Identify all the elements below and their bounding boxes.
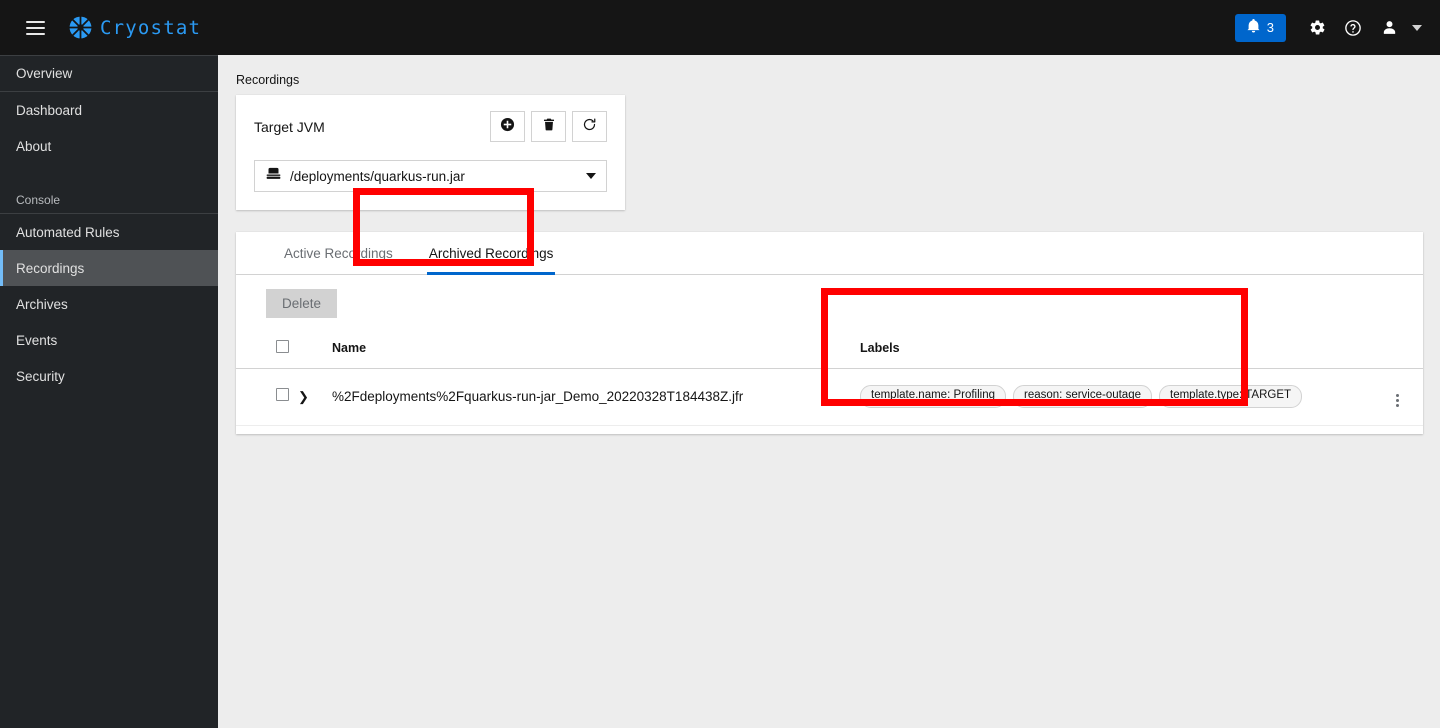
sidebar-section-label: Console: [16, 193, 61, 207]
column-header-labels: Labels: [842, 330, 1371, 369]
main-content: Recordings Target JVM /deployments/quark…: [218, 55, 1440, 728]
sidebar-item-recordings[interactable]: Recordings: [0, 250, 218, 286]
tab-label: Archived Recordings: [428, 246, 554, 261]
target-jvm-header: Target JVM: [254, 111, 607, 142]
plus-circle-icon: [500, 117, 515, 137]
archived-recordings-table: Name Labels ❯ %2Fdeployments%2Fquarkus-r…: [236, 330, 1423, 426]
sidebar-item-label: Overview: [16, 66, 73, 81]
target-jvm-card: Target JVM /deployments/quarkus-run.jar: [236, 95, 625, 210]
table-body: ❯ %2Fdeployments%2Fquarkus-run-jar_Demo_…: [236, 368, 1423, 426]
sidebar-item-label: About: [16, 138, 52, 154]
sidebar-item-label: Events: [16, 332, 58, 348]
tab-archived-recordings[interactable]: Archived Recordings: [411, 232, 572, 275]
select-all-cell: [236, 330, 298, 369]
chevron-down-icon[interactable]: [1412, 24, 1422, 31]
sidebar: Overview Dashboard About Console Automat…: [0, 55, 218, 728]
delete-button[interactable]: Delete: [266, 289, 338, 318]
target-jvm-select-value: /deployments/quarkus-run.jar: [290, 168, 465, 184]
cryostat-logo-icon: [68, 15, 93, 40]
bell-icon: [1247, 19, 1260, 36]
sidebar-item-dashboard[interactable]: Dashboard: [0, 92, 218, 128]
app-root: Cryostat 3 Overview Dashboard About Cons…: [0, 0, 1440, 728]
sidebar-item-label: Security: [16, 368, 65, 384]
actions-header-cell: [1371, 330, 1423, 369]
target-jvm-select[interactable]: /deployments/quarkus-run.jar: [254, 160, 607, 192]
sidebar-item-events[interactable]: Events: [0, 322, 218, 358]
target-jvm-actions: [490, 111, 607, 142]
label-chip[interactable]: template.name: Profiling: [860, 385, 1007, 408]
server-icon: [266, 167, 281, 185]
notification-badge[interactable]: 3: [1234, 13, 1286, 42]
row-actions-cell: [1371, 368, 1423, 426]
table-row: ❯ %2Fdeployments%2Fquarkus-run-jar_Demo_…: [236, 368, 1423, 426]
recording-labels-cell: template.name: Profiling reason: service…: [842, 368, 1371, 426]
select-all-checkbox[interactable]: [276, 340, 289, 353]
sidebar-item-label: Automated Rules: [16, 224, 120, 240]
row-checkbox[interactable]: [276, 388, 289, 402]
column-header-name: Name: [332, 330, 842, 369]
tab-active-recordings[interactable]: Active Recordings: [266, 232, 411, 274]
label-chips: template.name: Profiling reason: service…: [860, 385, 1371, 408]
sidebar-item-about[interactable]: About: [0, 128, 218, 164]
sidebar-item-archives[interactable]: Archives: [0, 286, 218, 322]
target-jvm-title: Target JVM: [254, 118, 325, 135]
sidebar-item-automated-rules[interactable]: Automated Rules: [0, 214, 218, 250]
breadcrumb: Recordings: [236, 73, 300, 87]
row-select-cell: [236, 368, 298, 426]
kebab-menu-icon[interactable]: [1395, 394, 1399, 408]
hamburger-menu-icon[interactable]: [12, 0, 58, 55]
brand[interactable]: Cryostat: [68, 15, 201, 40]
sidebar-section-console: Console: [0, 180, 218, 214]
sidebar-item-label: Recordings: [16, 260, 85, 276]
row-expand-cell: ❯: [298, 368, 332, 426]
sidebar-item-label: Dashboard: [16, 102, 83, 118]
recording-name: %2Fdeployments%2Fquarkus-run-jar_Demo_20…: [332, 368, 842, 426]
sidebar-item-overview[interactable]: Overview: [0, 56, 218, 92]
trash-icon: [542, 117, 556, 137]
caret-down-icon: [586, 173, 596, 179]
recordings-card: Active Recordings Archived Recordings De…: [236, 232, 1423, 434]
question-circle-icon[interactable]: [1336, 11, 1370, 45]
brand-name: Cryostat: [100, 16, 202, 39]
sidebar-item-security[interactable]: Security: [0, 358, 218, 394]
gear-icon[interactable]: [1300, 11, 1334, 45]
masthead-actions: 3: [1234, 11, 1440, 45]
table-header-row: Name Labels: [236, 330, 1423, 369]
recordings-tabs: Active Recordings Archived Recordings: [236, 232, 1423, 275]
notification-count: 3: [1266, 20, 1274, 35]
label-chip[interactable]: template.type: TARGET: [1159, 385, 1303, 408]
table-head: Name Labels: [236, 330, 1423, 369]
refresh-icon: [582, 117, 597, 137]
delete-target-button[interactable]: [531, 111, 566, 142]
masthead: Cryostat 3: [0, 0, 1440, 55]
refresh-targets-button[interactable]: [572, 111, 607, 142]
label-chip[interactable]: reason: service-outage: [1013, 385, 1152, 408]
expand-header-cell: [298, 330, 332, 369]
tab-label: Active Recordings: [284, 246, 393, 261]
chevron-right-icon[interactable]: ❯: [298, 390, 309, 403]
sidebar-item-label: Archives: [16, 296, 68, 312]
user-avatar-icon[interactable]: [1372, 11, 1406, 45]
table-toolbar: Delete: [236, 275, 1423, 330]
create-target-button[interactable]: [490, 111, 525, 142]
